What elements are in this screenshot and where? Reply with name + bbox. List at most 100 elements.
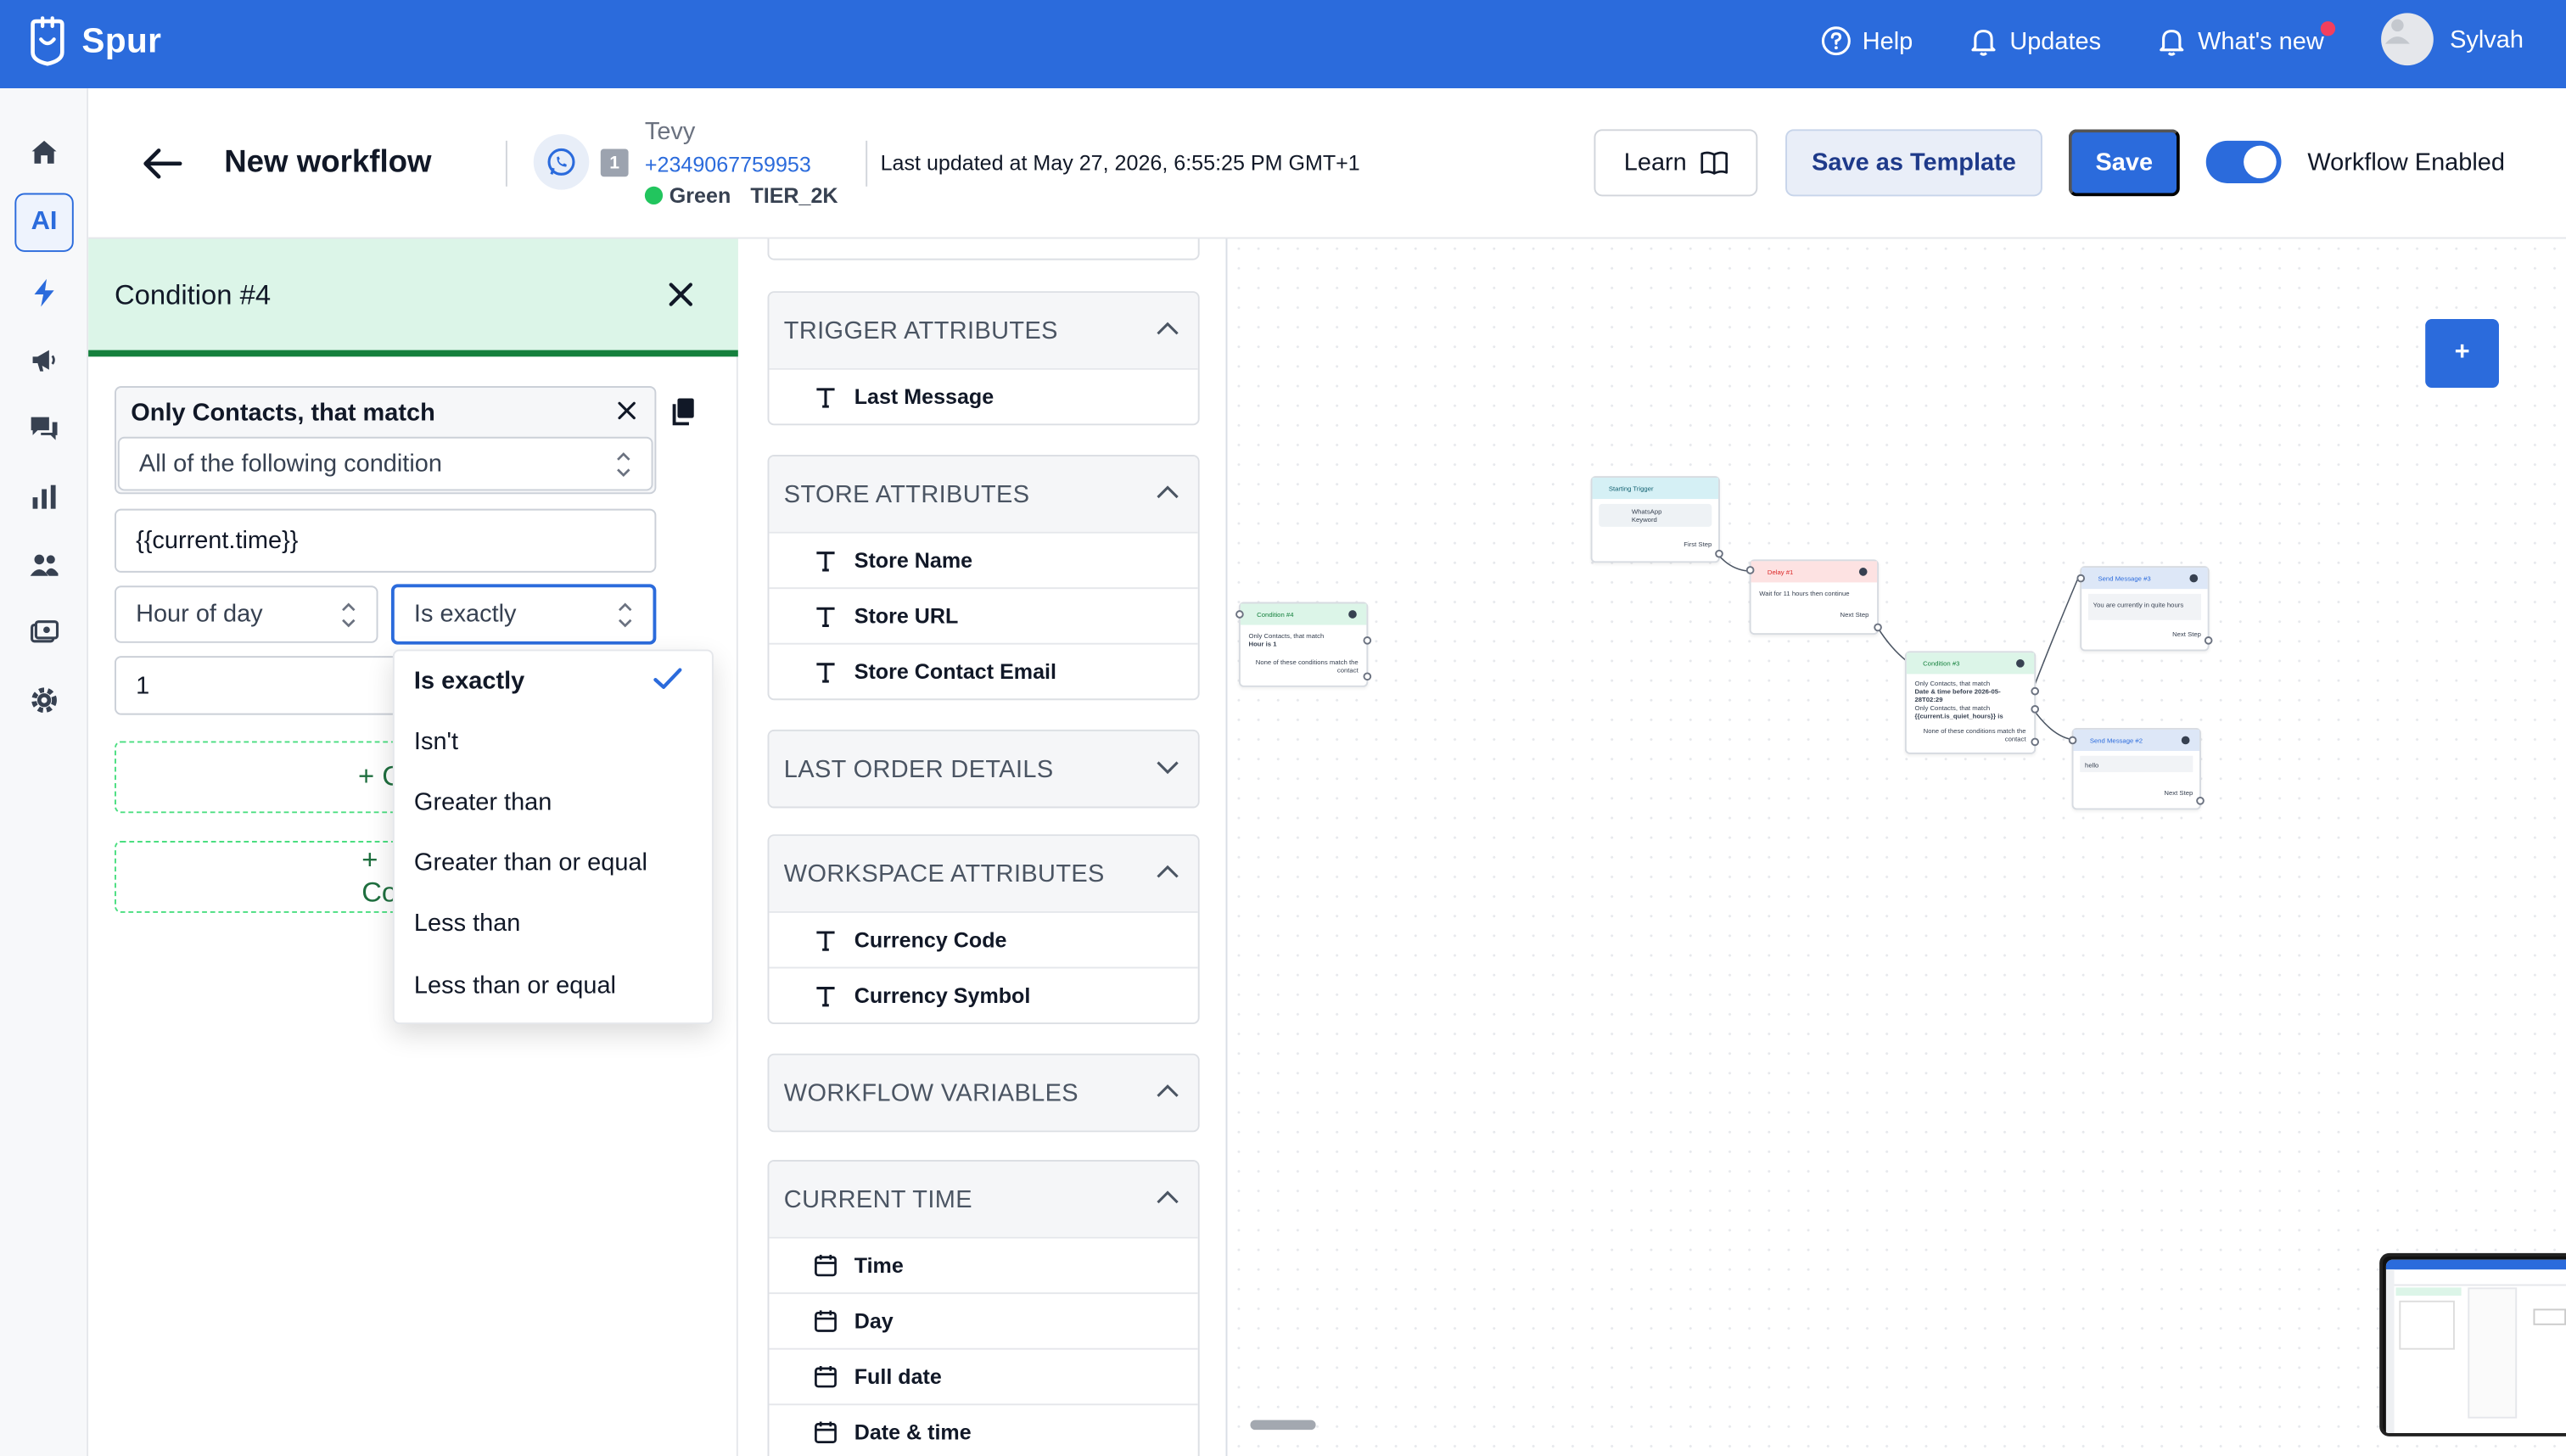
chat-icon[interactable] <box>21 406 67 451</box>
attribute-item[interactable]: Day <box>769 1292 1198 1348</box>
option-less-than[interactable]: Less than <box>414 910 520 938</box>
horizontal-scrollbar[interactable] <box>1250 1420 1316 1431</box>
attribute-item[interactable]: Time <box>769 1236 1198 1293</box>
account-phone[interactable]: +2349067759953 <box>645 152 811 176</box>
learn-button[interactable]: Learn <box>1594 129 1758 197</box>
workflow-header: New workflow 1 Tevy +2349067759953 Green… <box>88 88 2566 239</box>
attribute-item[interactable]: Full date <box>769 1347 1198 1404</box>
node-port[interactable] <box>1874 623 1882 632</box>
save-button[interactable]: Save <box>2068 129 2180 197</box>
text-icon <box>816 931 835 951</box>
node-text: WhatsApp <box>1631 507 1662 516</box>
attribute-item[interactable]: Last Message <box>769 367 1198 424</box>
updates-link[interactable]: Updates <box>1967 25 2101 58</box>
node-text: hello <box>2080 755 2193 773</box>
option-greater-than-or-equal[interactable]: Greater than or equal <box>414 849 647 877</box>
node-menu-dot <box>2181 736 2190 745</box>
node-port[interactable] <box>1235 610 1244 619</box>
attribute-item[interactable]: Store URL <box>769 587 1198 643</box>
node-title: Starting Trigger <box>1592 478 1719 500</box>
node-port[interactable] <box>1715 549 1723 558</box>
help-link[interactable]: Help <box>1820 25 1913 58</box>
account-number-badge: 1 <box>600 148 629 177</box>
chevron-up-icon <box>1157 322 1179 335</box>
divider <box>505 140 507 187</box>
calendar-icon <box>815 1254 837 1277</box>
node-port[interactable] <box>2031 737 2040 747</box>
nav-ai[interactable]: AI <box>14 193 74 252</box>
node-title: Condition #3 <box>1906 652 2035 675</box>
match-label: Only Contacts, that match <box>131 399 435 428</box>
lightning-icon[interactable] <box>21 270 67 316</box>
text-icon <box>816 663 835 683</box>
users-icon[interactable] <box>21 541 67 587</box>
operator-select[interactable]: Is exactly <box>390 584 657 645</box>
field-select[interactable]: Hour of day <box>115 585 378 643</box>
option-isnt[interactable]: Isn't <box>414 728 458 756</box>
attribute-group-header[interactable]: STORE ATTRIBUTES <box>769 456 1198 532</box>
workflow-enabled-toggle[interactable] <box>2205 140 2282 183</box>
option-greater-than[interactable]: Greater than <box>414 788 552 816</box>
megaphone-icon[interactable] <box>21 337 67 383</box>
whats-new-link[interactable]: What's new <box>2155 25 2324 58</box>
back-arrow-icon[interactable] <box>141 144 183 183</box>
analytics-icon[interactable] <box>21 474 67 520</box>
attribute-group-header[interactable]: CURRENT TIME <box>769 1161 1198 1237</box>
canvas-node-delay[interactable]: Delay #1 Wait for 11 hours then continue… <box>1745 559 1882 636</box>
save-as-template-button[interactable]: Save as Template <box>1785 129 2042 197</box>
node-text: Keyword <box>1631 515 1657 524</box>
workflow-enabled-label: Workflow Enabled <box>2307 148 2505 177</box>
user-menu[interactable]: Sylvah <box>2381 13 2524 66</box>
gear-icon[interactable] <box>21 677 67 723</box>
book-icon <box>1700 151 1728 175</box>
canvas-node-send-message-3[interactable]: Send Message #3 You are currently in qui… <box>2076 566 2213 652</box>
node-port[interactable] <box>1363 672 1372 681</box>
attribute-group-title: WORKSPACE ATTRIBUTES <box>783 860 1105 888</box>
chevron-up-icon <box>1157 865 1179 878</box>
node-port[interactable] <box>2196 796 2205 805</box>
attribute-label: Date & time <box>854 1420 972 1445</box>
whatsapp-icon <box>547 148 575 176</box>
close-icon[interactable] <box>613 398 640 424</box>
canvas-minimap[interactable] <box>2379 1252 2566 1436</box>
node-port[interactable] <box>2076 574 2086 583</box>
node-port[interactable] <box>2068 736 2077 745</box>
bell-icon <box>2160 30 2184 56</box>
canvas-node-starting-trigger[interactable]: Starting Trigger WhatsApp Keyword First … <box>1590 476 1723 563</box>
copy-icon[interactable] <box>670 396 699 429</box>
media-icon[interactable] <box>21 610 67 656</box>
option-less-than-or-equal[interactable]: Less than or equal <box>414 972 616 1000</box>
attribute-group-header[interactable]: WORKSPACE ATTRIBUTES <box>769 836 1198 911</box>
attribute-group-header[interactable]: LAST ORDER DETAILS <box>769 731 1198 807</box>
value-text: 1 <box>136 671 150 700</box>
match-mode-select[interactable]: All of the following condition <box>117 436 653 491</box>
node-port[interactable] <box>1363 636 1372 645</box>
node-port[interactable] <box>2031 686 2040 696</box>
whats-new-label: What's new <box>2198 26 2324 55</box>
attribute-item[interactable]: Currency Symbol <box>769 966 1198 1023</box>
close-icon[interactable] <box>664 278 698 311</box>
node-footer: None of these conditions match the conta… <box>1923 726 2026 743</box>
attribute-item[interactable]: Currency Code <box>769 910 1198 967</box>
brand[interactable]: Spur <box>26 16 161 69</box>
canvas-node-condition-3[interactable]: Condition #3 Only Contacts, that match D… <box>1904 651 2040 754</box>
attribute-group-header[interactable]: TRIGGER ATTRIBUTES <box>769 293 1198 368</box>
attribute-item[interactable]: Date & time <box>769 1403 1198 1456</box>
node-footer: Next Step <box>2164 788 2193 797</box>
home-icon[interactable] <box>21 129 67 175</box>
node-port[interactable] <box>2031 705 2040 714</box>
node-port[interactable] <box>2204 636 2213 645</box>
option-is-exactly[interactable]: Is exactly <box>414 668 524 696</box>
workflow-canvas[interactable]: + Condition #4 Only Contacts, that match… <box>1229 238 2566 1456</box>
attribute-item[interactable]: Store Contact Email <box>769 642 1198 699</box>
brand-name: Spur <box>81 22 162 61</box>
current-time-group: CURRENT TIME Time Day Full date Date & t… <box>767 1160 1200 1456</box>
attribute-group-header[interactable]: WORKFLOW VARIABLES <box>769 1055 1198 1131</box>
text-icon <box>816 987 835 1007</box>
attribute-item[interactable]: Store Name <box>769 531 1198 588</box>
attribute-label: Store URL <box>854 603 959 629</box>
variable-input[interactable]: {{current.time}} <box>115 508 657 573</box>
canvas-node-send-message-2[interactable]: Send Message #2 hello Next Step <box>2068 728 2205 810</box>
canvas-node-condition-4[interactable]: Condition #4 Only Contacts, that match H… <box>1235 602 1372 687</box>
node-port[interactable] <box>1745 566 1755 574</box>
